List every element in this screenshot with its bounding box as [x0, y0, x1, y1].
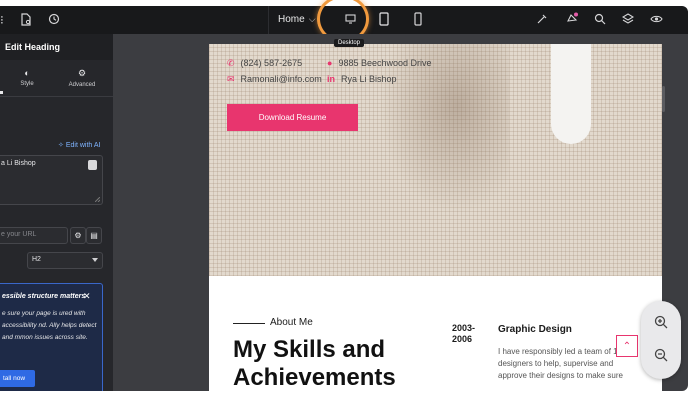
panel-tabs: ◐ Style ⚙ Advanced [0, 60, 113, 97]
contact-linkedin[interactable]: in Rya Li Bishop [327, 74, 397, 84]
layers-icon[interactable] [621, 13, 635, 27]
tablet-icon [379, 12, 389, 28]
accessibility-notice: essible structure matters ✕ e sure your … [0, 283, 103, 391]
contact-phone[interactable]: ✆ (824) 587-2675 [227, 58, 302, 69]
search-icon[interactable] [594, 13, 606, 27]
mobile-view-button[interactable] [405, 6, 439, 34]
tab-active-marker [0, 91, 3, 94]
timeline-job-title: Graphic Design [498, 324, 572, 335]
close-icon[interactable]: ✕ [83, 291, 91, 302]
install-now-button[interactable]: tall now [0, 370, 35, 387]
contact-address[interactable]: ● 9885 Beechwood Drive [327, 58, 432, 68]
notifications-icon[interactable] [566, 12, 579, 27]
contact-phone-text: (824) 587-2675 [240, 58, 303, 68]
tablet-view-button[interactable] [370, 6, 404, 34]
contact-email[interactable]: ✉ Ramonali@info.com [227, 74, 322, 85]
contact-address-text: 9885 Beechwood Drive [338, 58, 432, 68]
page-settings-icon[interactable] [20, 13, 32, 28]
preview-page: ✆ (824) 587-2675 ● 9885 Beechwood Drive ✉ R… [209, 44, 662, 391]
hero-section: ✆ (824) 587-2675 ● 9885 Beechwood Drive ✉ R… [209, 44, 662, 276]
contact-linkedin-text: Rya Li Bishop [341, 74, 397, 84]
zoom-controls [641, 301, 681, 379]
divider [268, 6, 269, 34]
history-icon[interactable] [48, 13, 60, 27]
timeline-description: I have responsibly led a team of 12 desi… [498, 347, 623, 380]
ai-sparkle-icon: ✧ [58, 142, 64, 149]
editor-window: ⁝ Home ⌵ Edit Heading ◐ Style ⚙ Advanced… [0, 0, 692, 395]
gear-icon: ⚙ [77, 68, 87, 78]
tab-advanced[interactable]: ⚙ Advanced [62, 68, 102, 88]
scroll-to-top-button[interactable]: ⌃ [616, 335, 638, 357]
phone-icon: ✆ [227, 58, 235, 68]
html-tag-value: H2 [32, 256, 41, 263]
link-placeholder: e your URL [1, 231, 37, 238]
chevron-down-icon: ⌵ [308, 14, 316, 24]
title-textarea[interactable]: a Li Bishop [0, 155, 103, 205]
edit-with-ai-button[interactable]: ✧ Edit with AI [58, 141, 100, 149]
link-input[interactable]: e your URL [0, 227, 68, 244]
panel-header: Edit Heading [0, 34, 113, 60]
database-icon: ▤ [90, 231, 98, 240]
page-selector-label: Home [278, 14, 305, 25]
linkedin-icon: in [327, 74, 335, 84]
top-bar: ⁝ Home ⌵ [0, 6, 688, 39]
preview-icon[interactable] [650, 13, 663, 27]
link-dynamic-tags-button[interactable]: ▤ [86, 227, 102, 244]
hero-photo-shadow [379, 44, 509, 214]
timeline-years: 2003- 2006 [452, 323, 476, 344]
notice-title: essible structure matters [2, 293, 86, 300]
tab-advanced-label: Advanced [68, 82, 96, 88]
edit-panel: Edit Heading ◐ Style ⚙ Advanced ✧ Edit w… [0, 34, 113, 391]
page-selector[interactable]: Home ⌵ [278, 14, 316, 25]
about-label: About Me [270, 317, 313, 328]
preview-canvas: ✆ (824) 587-2675 ● 9885 Beechwood Drive ✉ R… [113, 34, 688, 391]
map-pin-icon: ● [327, 58, 333, 68]
zoom-out-icon[interactable] [653, 348, 669, 365]
edit-with-ai-label: Edit with AI [65, 142, 101, 149]
link-options-button[interactable]: ⚙ [70, 227, 86, 244]
scrollbar-thumb[interactable] [662, 86, 665, 112]
skills-heading[interactable]: My Skills and Achievements [233, 336, 433, 391]
resize-handle-icon[interactable] [95, 197, 100, 202]
mail-icon: ✉ [227, 74, 235, 84]
device-tooltip: Desktop [334, 39, 365, 47]
download-resume-button[interactable]: Download Resume [227, 104, 358, 131]
zoom-in-icon[interactable] [653, 315, 669, 332]
gear-icon: ⚙ [74, 231, 82, 240]
mobile-icon [414, 12, 422, 28]
about-divider [233, 323, 265, 324]
notice-body: e sure your page is ured with accessibil… [2, 310, 97, 341]
dots-icon[interactable]: ⁝ [0, 14, 4, 26]
magic-icon[interactable] [536, 13, 548, 27]
contact-email-text: Ramonali@info.com [240, 74, 322, 84]
dynamic-tags-icon[interactable] [88, 160, 97, 170]
title-value: a Li Bishop [1, 160, 36, 167]
tab-style[interactable]: ◐ Style [7, 68, 47, 87]
desktop-icon [345, 14, 356, 26]
tab-style-label: Style [20, 81, 34, 87]
style-icon: ◐ [24, 68, 30, 78]
chevron-up-icon: ⌃ [622, 341, 632, 352]
html-tag-select[interactable]: H2 [27, 252, 103, 269]
chevron-down-icon [92, 258, 98, 262]
desktop-view-button[interactable] [333, 6, 367, 34]
panel-title: Edit Heading [5, 42, 61, 52]
hero-photo-undershirt [551, 44, 591, 144]
